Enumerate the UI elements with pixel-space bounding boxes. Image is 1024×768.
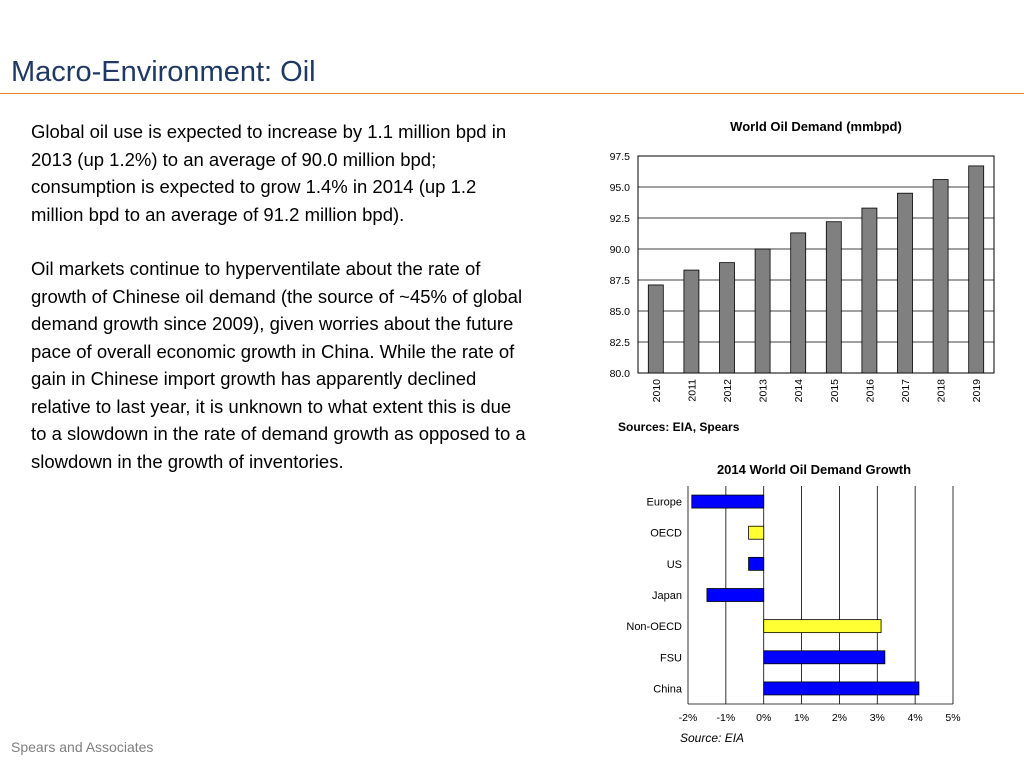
category-label: Japan <box>652 590 682 602</box>
x-tick-label: 2019 <box>971 379 983 403</box>
y-tick-label: 90.0 <box>610 244 631 256</box>
bar <box>897 192 913 374</box>
bar <box>763 619 882 634</box>
bar <box>748 556 765 571</box>
x-tick-label: 2011 <box>686 379 698 402</box>
bar <box>647 284 664 374</box>
x-tick-label: 2% <box>832 712 847 724</box>
y-tick-label: 87.5 <box>610 275 631 287</box>
x-tick-label: -2% <box>679 712 698 724</box>
bar <box>691 494 765 509</box>
category-label: Non-OECD <box>626 621 682 633</box>
bar <box>932 179 949 374</box>
bar <box>683 269 700 374</box>
chart-title: 2014 World Oil Demand Growth <box>717 462 911 477</box>
y-tick-label: 97.5 <box>610 151 631 163</box>
category-label: China <box>653 683 683 695</box>
x-tick-label: 2015 <box>829 379 841 403</box>
x-tick-label: 2014 <box>793 379 805 403</box>
category-label: OECD <box>650 528 682 540</box>
y-tick-label: 85.0 <box>610 306 631 318</box>
y-tick-label: 80.0 <box>610 368 631 380</box>
y-tick-label: 95.0 <box>610 182 631 194</box>
x-tick-label: 2013 <box>758 379 770 403</box>
bar <box>719 262 735 374</box>
x-tick-label: 0% <box>756 712 771 724</box>
category-label: Europe <box>647 497 682 509</box>
x-tick-label: 3% <box>870 712 885 724</box>
chart-source: Source: EIA <box>680 731 744 745</box>
bar <box>763 650 886 665</box>
footer-text: Spears and Associates <box>11 739 154 755</box>
world-oil-demand-chart: World Oil Demand (mmbpd) 80.0 82.5 85.0 87.… <box>610 119 995 434</box>
title-divider <box>0 93 1024 94</box>
bar <box>754 248 771 374</box>
x-tick-label: 2010 <box>651 379 663 403</box>
bar <box>968 165 985 374</box>
bar <box>825 221 842 374</box>
y-tick-label: 82.5 <box>610 337 631 349</box>
body-text: Global oil use is expected to increase b… <box>31 118 531 502</box>
bar <box>706 588 765 602</box>
category-label: US <box>667 559 682 571</box>
bar <box>763 681 920 696</box>
slide-title: Macro-Environment: Oil <box>11 56 316 88</box>
x-tick-label: 2018 <box>936 379 948 403</box>
bar <box>861 207 878 374</box>
y-tick-label: 92.5 <box>610 213 631 225</box>
x-tick-label: -1% <box>717 712 736 724</box>
chart-title: World Oil Demand (mmbpd) <box>730 119 902 134</box>
x-tick-label: 2012 <box>722 379 734 403</box>
x-tick-label: 1% <box>794 712 809 724</box>
category-label: FSU <box>660 652 682 664</box>
oil-demand-growth-chart: 2014 World Oil Demand Growth Europe OECD U… <box>626 462 960 745</box>
paragraph-2: Oil markets continue to hyperventilate a… <box>31 258 526 472</box>
bar <box>748 525 765 540</box>
chart-source: Sources: EIA, Spears <box>618 420 740 434</box>
x-tick-label: 2016 <box>864 379 876 403</box>
x-tick-label: 4% <box>908 712 923 724</box>
paragraph-1: Global oil use is expected to increase b… <box>31 121 507 225</box>
x-tick-label: 5% <box>945 712 960 724</box>
x-tick-label: 2017 <box>900 379 912 403</box>
bar <box>790 232 807 374</box>
